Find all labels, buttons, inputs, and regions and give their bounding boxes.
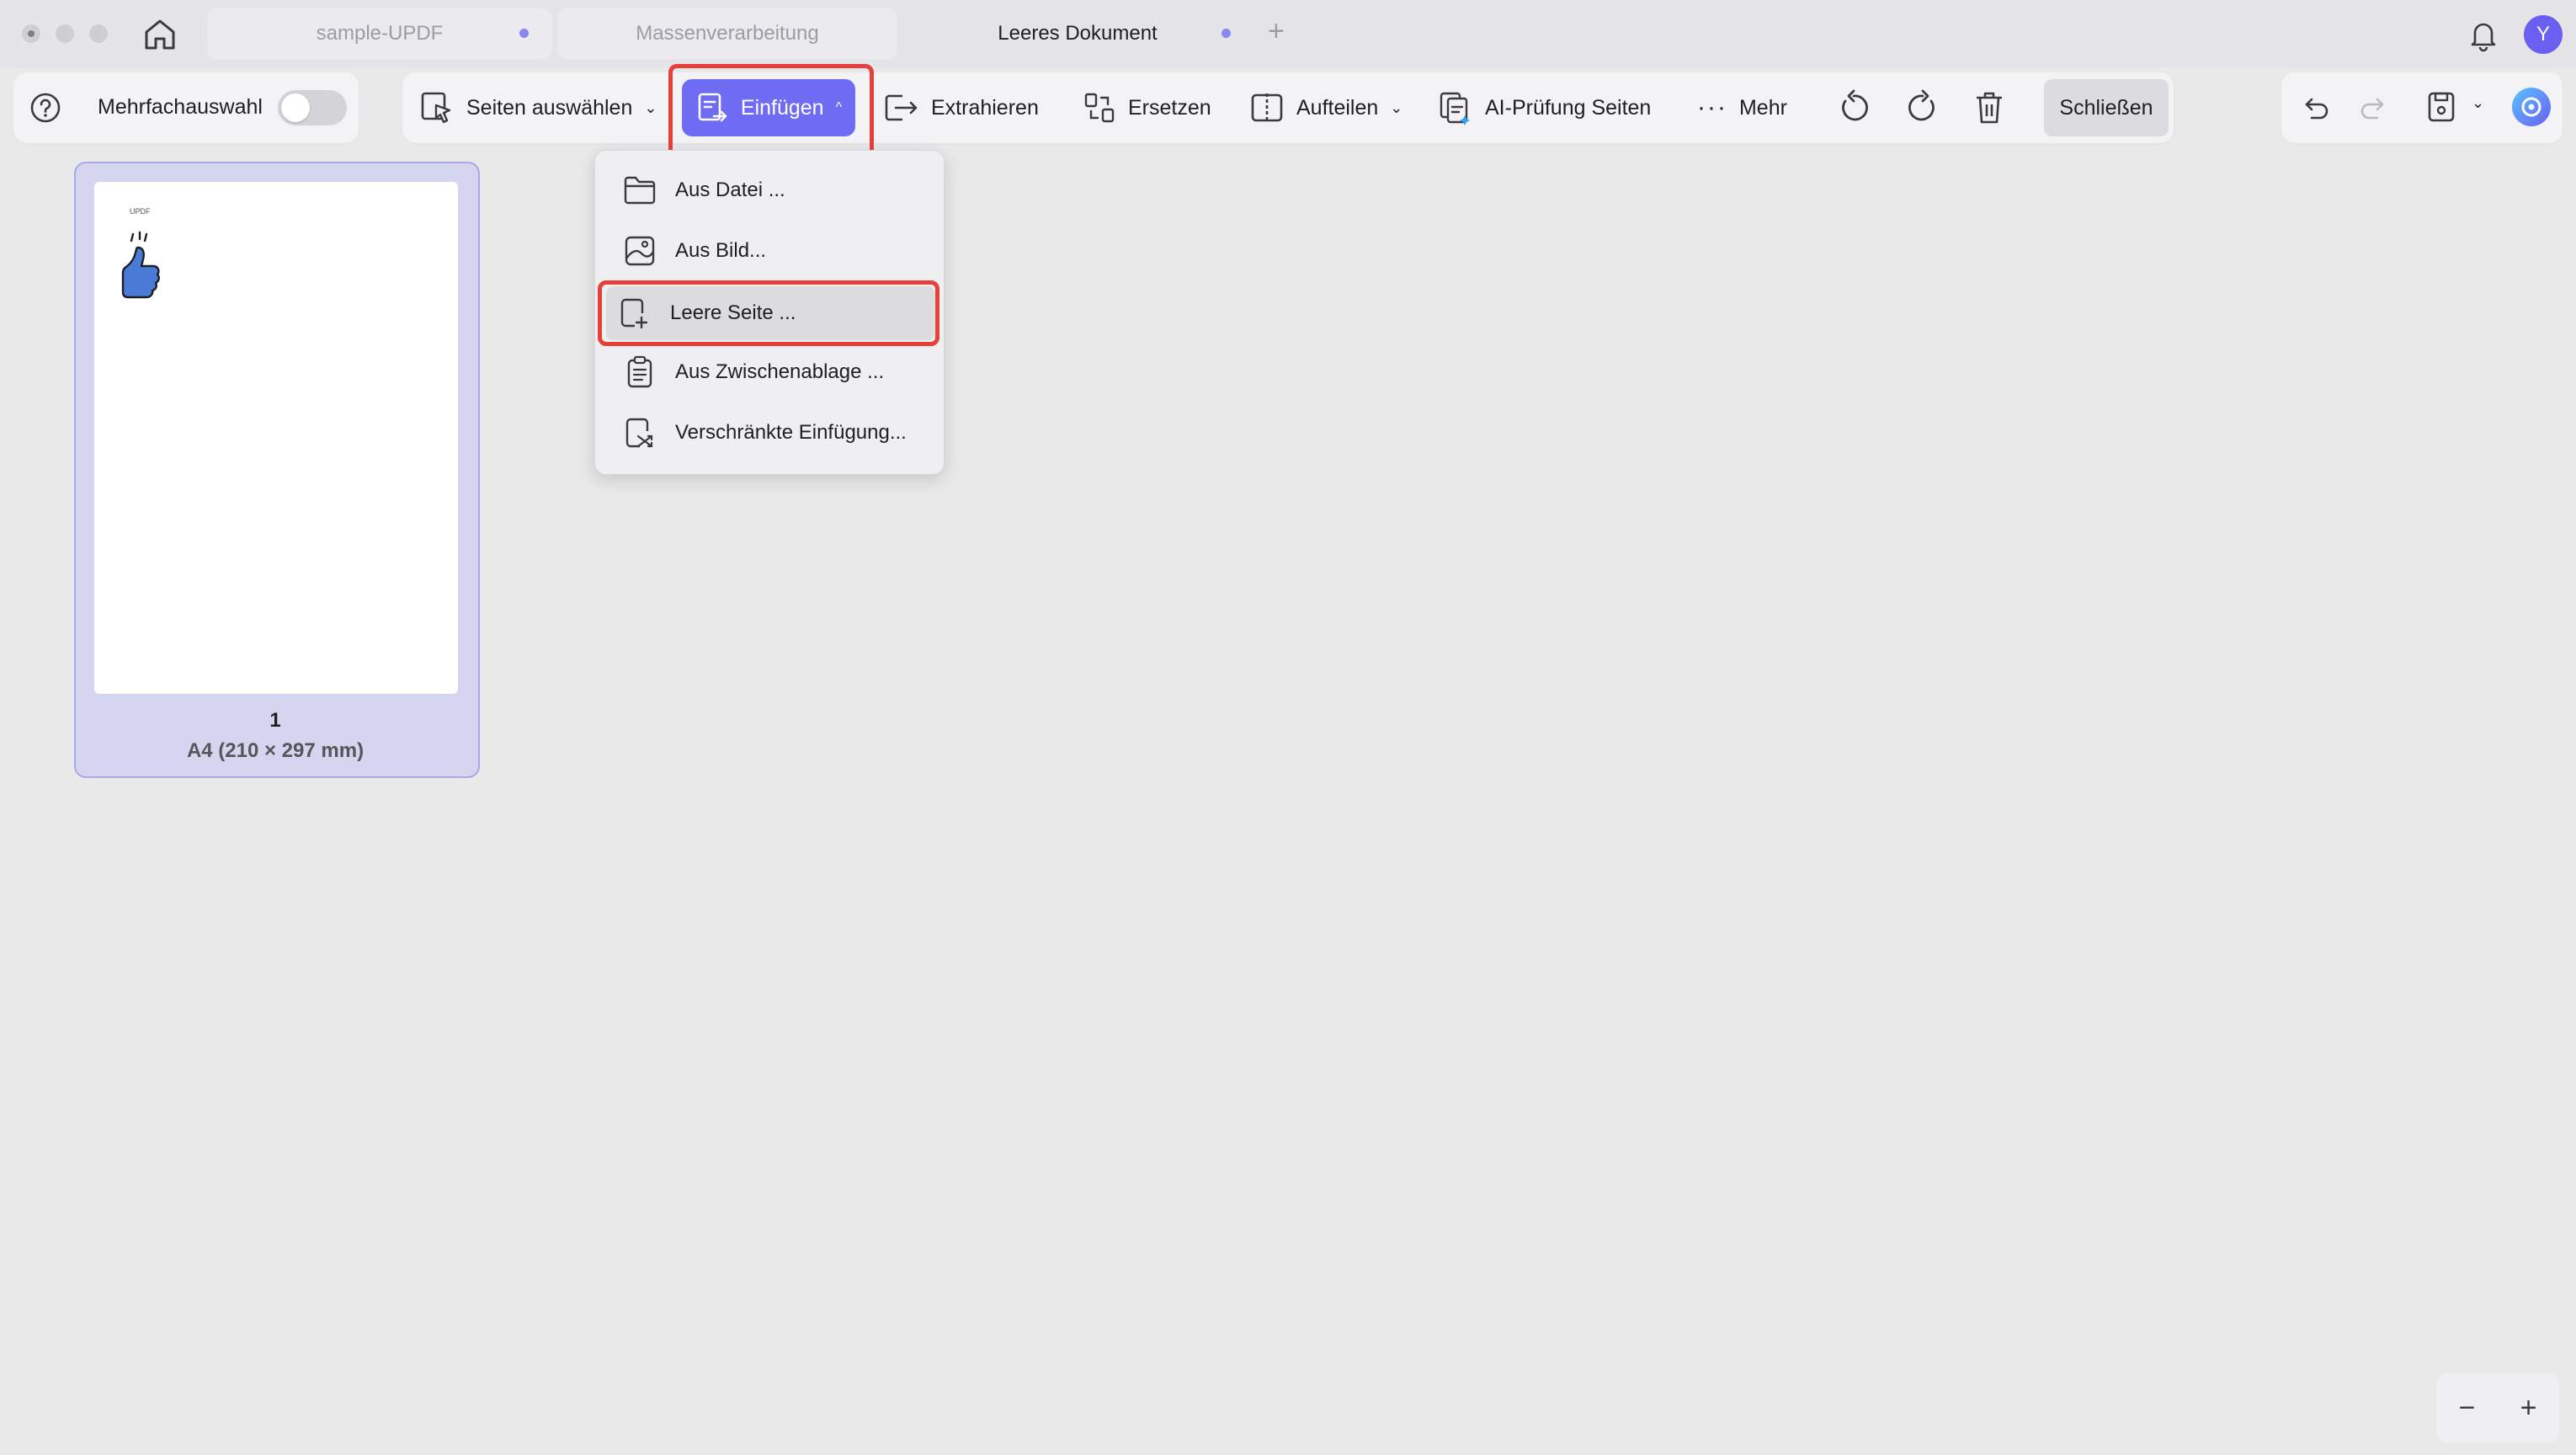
tab-leeres-dokument[interactable]: Leeres Dokument [902, 8, 1253, 59]
extract-label: Extrahieren [931, 95, 1039, 120]
extract-button[interactable]: Extrahieren [882, 77, 1039, 138]
interleave-icon [625, 418, 653, 448]
menu-item-label: Leere Seite ... [670, 301, 796, 324]
image-icon [625, 236, 655, 266]
redo-icon[interactable] [2357, 93, 2391, 127]
more-dots-icon: ··· [1697, 93, 1727, 121]
cursor-select-icon [421, 92, 451, 124]
chevron-down-icon[interactable]: ⌄ [2472, 94, 2484, 112]
multi-select-toggle[interactable] [278, 90, 347, 125]
menu-item-from-image[interactable]: Aus Bild... [611, 224, 929, 278]
menu-item-label: Aus Datei ... [675, 179, 785, 201]
ai-check-icon [1440, 92, 1470, 125]
rotate-left-icon[interactable] [1835, 89, 1872, 131]
insert-page-icon [698, 93, 727, 122]
menu-item-label: Aus Zwischenablage ... [675, 360, 885, 383]
more-button[interactable]: ··· Mehr [1697, 77, 1787, 138]
close-label: Schließen [2059, 95, 2153, 120]
more-label: Mehr [1738, 95, 1787, 120]
replace-icon [1084, 93, 1115, 123]
extract-icon [885, 94, 918, 121]
chevron-down-icon: ⌄ [1390, 99, 1403, 116]
menu-item-blank-page[interactable]: Leere Seite ... [606, 286, 934, 340]
ai-check-pages-button[interactable]: AI-Prüfung Seiten [1438, 77, 1651, 138]
menu-item-label: Verschränkte Einfügung... [675, 421, 907, 444]
split-button[interactable]: Aufteilen ⌄ [1249, 77, 1402, 138]
help-icon[interactable] [29, 91, 62, 129]
page-number: 1 [269, 709, 281, 732]
page-size-label: A4 (210 × 297 mm) [186, 739, 365, 762]
close-button[interactable]: Schließen [2044, 79, 2169, 136]
select-pages-button[interactable]: Seiten auswählen ⌄ [419, 77, 657, 138]
replace-label: Ersetzen [1128, 95, 1211, 120]
window-close-button[interactable] [22, 24, 40, 43]
thumbs-up-icon [121, 231, 160, 299]
avatar[interactable]: Y [2524, 15, 2563, 54]
trash-icon[interactable] [1972, 89, 2007, 131]
tab-label: sample-UPDF [316, 22, 444, 45]
chevron-up-icon: ^ [835, 100, 843, 115]
menu-item-interleaved-insert[interactable]: Verschränkte Einfügung... [611, 406, 929, 460]
multi-select-label: Mehrfachauswahl [98, 95, 263, 119]
ai-check-label: AI-Prüfung Seiten [1485, 95, 1652, 120]
folder-icon [624, 176, 656, 205]
select-pages-label: Seiten auswählen [466, 95, 633, 120]
window-zoom-button[interactable] [89, 24, 108, 43]
insert-button[interactable]: Einfügen ^ [682, 79, 855, 136]
save-icon[interactable] [2424, 89, 2458, 129]
home-icon[interactable] [141, 17, 178, 52]
zoom-control: − + [2436, 1372, 2559, 1443]
menu-item-from-clipboard[interactable]: Aus Zwischenablage ... [611, 345, 929, 399]
zoom-in-button[interactable]: + [2520, 1392, 2537, 1425]
window-minimize-button[interactable] [56, 24, 74, 43]
tab-massenverarbeitung[interactable]: Massenverarbeitung [557, 8, 897, 59]
tab-modified-dot [519, 29, 529, 38]
clipboard-icon [627, 355, 652, 388]
new-tab-icon[interactable]: + [1268, 15, 1285, 48]
tab-modified-dot [1221, 29, 1231, 38]
bell-icon[interactable] [2467, 17, 2500, 52]
menu-item-from-file[interactable]: Aus Datei ... [611, 163, 929, 217]
zoom-out-button[interactable]: − [2459, 1392, 2476, 1425]
split-icon [1251, 93, 1283, 122]
replace-button[interactable]: Ersetzen [1083, 77, 1211, 138]
tab-label: Leeres Dokument [998, 22, 1158, 45]
undo-icon[interactable] [2298, 93, 2332, 127]
chevron-down-icon: ⌄ [644, 99, 657, 116]
updf-logo-text: UPDF [130, 207, 151, 216]
ai-assistant-icon[interactable] [2512, 88, 2551, 126]
tab-label: Massenverarbeitung [636, 22, 819, 45]
menu-item-label: Aus Bild... [675, 239, 767, 262]
blank-page-add-icon [620, 298, 648, 329]
tab-sample-updf[interactable]: sample-UPDF [207, 8, 552, 59]
rotate-right-icon[interactable] [1904, 89, 1941, 131]
split-label: Aufteilen [1296, 95, 1379, 120]
insert-label: Einfügen [740, 95, 824, 120]
